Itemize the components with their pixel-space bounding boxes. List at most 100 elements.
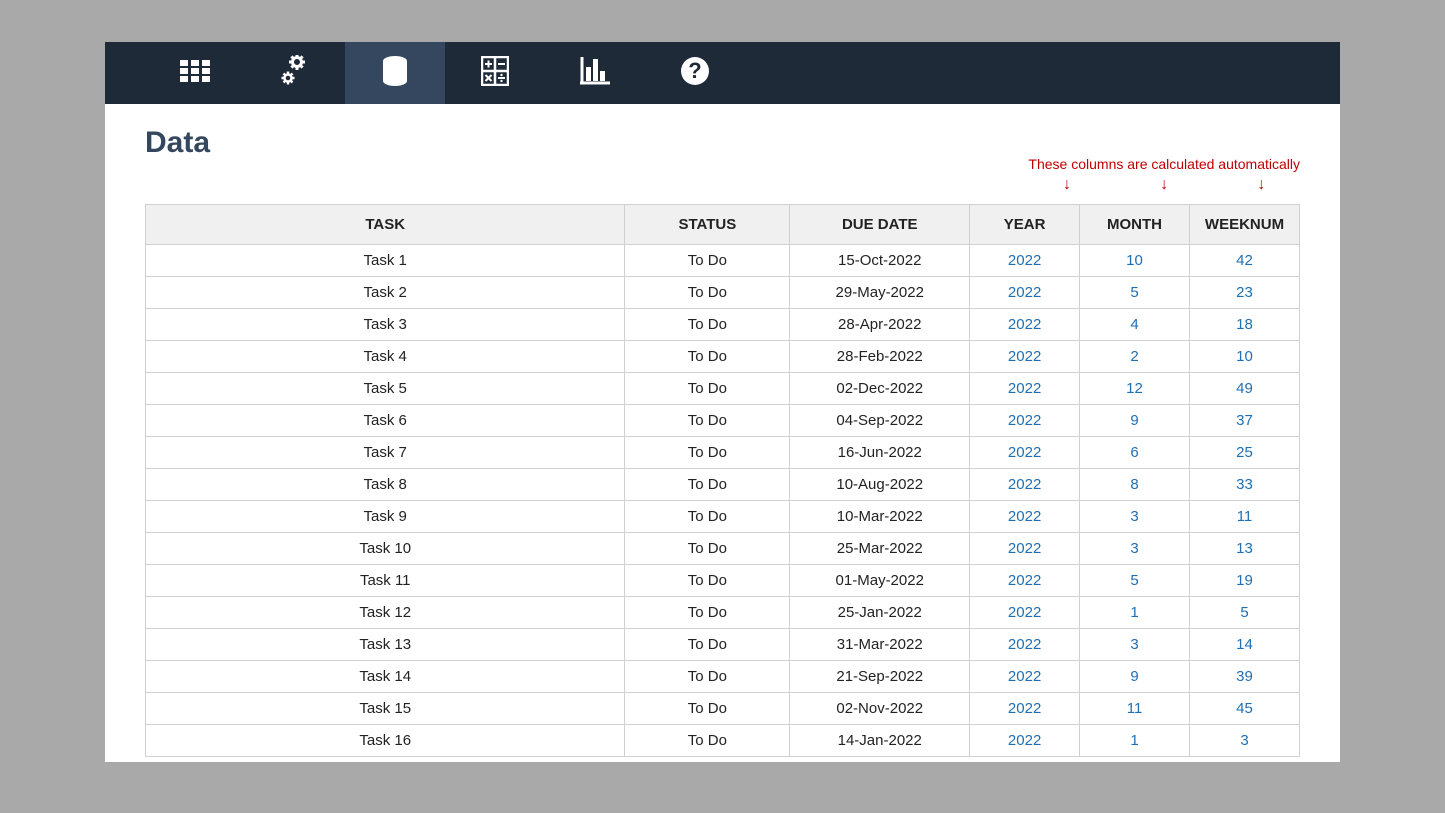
cell-due-date[interactable]: 16-Jun-2022 xyxy=(790,437,970,469)
col-header-status[interactable]: STATUS xyxy=(625,205,790,245)
cell-year[interactable]: 2022 xyxy=(970,661,1080,693)
cell-month[interactable]: 1 xyxy=(1080,597,1190,629)
cell-month[interactable]: 8 xyxy=(1080,469,1190,501)
cell-month[interactable]: 3 xyxy=(1080,501,1190,533)
cell-due-date[interactable]: 04-Sep-2022 xyxy=(790,405,970,437)
cell-year[interactable]: 2022 xyxy=(970,533,1080,565)
cell-month[interactable]: 9 xyxy=(1080,661,1190,693)
cell-due-date[interactable]: 10-Aug-2022 xyxy=(790,469,970,501)
cell-weeknum[interactable]: 18 xyxy=(1189,309,1299,341)
cell-task[interactable]: Task 15 xyxy=(146,693,625,725)
cell-weeknum[interactable]: 49 xyxy=(1189,373,1299,405)
nav-charts[interactable] xyxy=(545,42,645,104)
cell-due-date[interactable]: 02-Nov-2022 xyxy=(790,693,970,725)
cell-status[interactable]: To Do xyxy=(625,341,790,373)
col-header-year[interactable]: YEAR xyxy=(970,205,1080,245)
cell-year[interactable]: 2022 xyxy=(970,277,1080,309)
nav-data[interactable] xyxy=(345,42,445,104)
cell-year[interactable]: 2022 xyxy=(970,501,1080,533)
cell-weeknum[interactable]: 19 xyxy=(1189,565,1299,597)
cell-due-date[interactable]: 21-Sep-2022 xyxy=(790,661,970,693)
cell-weeknum[interactable]: 14 xyxy=(1189,629,1299,661)
cell-task[interactable]: Task 13 xyxy=(146,629,625,661)
cell-due-date[interactable]: 29-May-2022 xyxy=(790,277,970,309)
cell-due-date[interactable]: 25-Jan-2022 xyxy=(790,597,970,629)
cell-task[interactable]: Task 16 xyxy=(146,725,625,757)
cell-task[interactable]: Task 9 xyxy=(146,501,625,533)
col-header-weeknum[interactable]: WEEKNUM xyxy=(1189,205,1299,245)
table-row[interactable]: Task 16To Do14-Jan-2022202213 xyxy=(146,725,1300,757)
cell-year[interactable]: 2022 xyxy=(970,629,1080,661)
table-row[interactable]: Task 1To Do15-Oct-202220221042 xyxy=(146,245,1300,277)
cell-year[interactable]: 2022 xyxy=(970,469,1080,501)
table-row[interactable]: Task 2To Do29-May-20222022523 xyxy=(146,277,1300,309)
cell-month[interactable]: 12 xyxy=(1080,373,1190,405)
table-row[interactable]: Task 13To Do31-Mar-20222022314 xyxy=(146,629,1300,661)
table-row[interactable]: Task 14To Do21-Sep-20222022939 xyxy=(146,661,1300,693)
cell-status[interactable]: To Do xyxy=(625,597,790,629)
cell-year[interactable]: 2022 xyxy=(970,309,1080,341)
table-row[interactable]: Task 10To Do25-Mar-20222022313 xyxy=(146,533,1300,565)
cell-month[interactable]: 4 xyxy=(1080,309,1190,341)
cell-year[interactable]: 2022 xyxy=(970,693,1080,725)
cell-weeknum[interactable]: 5 xyxy=(1189,597,1299,629)
cell-status[interactable]: To Do xyxy=(625,437,790,469)
cell-task[interactable]: Task 12 xyxy=(146,597,625,629)
cell-status[interactable]: To Do xyxy=(625,725,790,757)
cell-due-date[interactable]: 25-Mar-2022 xyxy=(790,533,970,565)
cell-status[interactable]: To Do xyxy=(625,405,790,437)
table-row[interactable]: Task 6To Do04-Sep-20222022937 xyxy=(146,405,1300,437)
cell-weeknum[interactable]: 3 xyxy=(1189,725,1299,757)
cell-task[interactable]: Task 5 xyxy=(146,373,625,405)
cell-due-date[interactable]: 28-Feb-2022 xyxy=(790,341,970,373)
cell-weeknum[interactable]: 13 xyxy=(1189,533,1299,565)
cell-month[interactable]: 5 xyxy=(1080,565,1190,597)
cell-year[interactable]: 2022 xyxy=(970,725,1080,757)
cell-status[interactable]: To Do xyxy=(625,469,790,501)
cell-weeknum[interactable]: 42 xyxy=(1189,245,1299,277)
nav-apps[interactable] xyxy=(145,42,245,104)
cell-task[interactable]: Task 2 xyxy=(146,277,625,309)
table-row[interactable]: Task 12To Do25-Jan-2022202215 xyxy=(146,597,1300,629)
cell-weeknum[interactable]: 10 xyxy=(1189,341,1299,373)
cell-year[interactable]: 2022 xyxy=(970,405,1080,437)
cell-due-date[interactable]: 02-Dec-2022 xyxy=(790,373,970,405)
cell-status[interactable]: To Do xyxy=(625,693,790,725)
cell-year[interactable]: 2022 xyxy=(970,245,1080,277)
cell-status[interactable]: To Do xyxy=(625,533,790,565)
cell-weeknum[interactable]: 25 xyxy=(1189,437,1299,469)
cell-weeknum[interactable]: 37 xyxy=(1189,405,1299,437)
cell-weeknum[interactable]: 39 xyxy=(1189,661,1299,693)
col-header-month[interactable]: MONTH xyxy=(1080,205,1190,245)
cell-month[interactable]: 3 xyxy=(1080,629,1190,661)
cell-status[interactable]: To Do xyxy=(625,661,790,693)
nav-calc[interactable] xyxy=(445,42,545,104)
cell-task[interactable]: Task 4 xyxy=(146,341,625,373)
cell-year[interactable]: 2022 xyxy=(970,341,1080,373)
cell-weeknum[interactable]: 11 xyxy=(1189,501,1299,533)
table-row[interactable]: Task 15To Do02-Nov-202220221145 xyxy=(146,693,1300,725)
table-row[interactable]: Task 7To Do16-Jun-20222022625 xyxy=(146,437,1300,469)
nav-settings[interactable] xyxy=(245,42,345,104)
nav-help[interactable]: ? xyxy=(645,42,745,104)
cell-task[interactable]: Task 1 xyxy=(146,245,625,277)
cell-due-date[interactable]: 14-Jan-2022 xyxy=(790,725,970,757)
cell-status[interactable]: To Do xyxy=(625,501,790,533)
cell-weeknum[interactable]: 33 xyxy=(1189,469,1299,501)
col-header-due[interactable]: DUE DATE xyxy=(790,205,970,245)
cell-year[interactable]: 2022 xyxy=(970,597,1080,629)
cell-status[interactable]: To Do xyxy=(625,565,790,597)
table-row[interactable]: Task 5To Do02-Dec-202220221249 xyxy=(146,373,1300,405)
cell-due-date[interactable]: 31-Mar-2022 xyxy=(790,629,970,661)
cell-status[interactable]: To Do xyxy=(625,373,790,405)
cell-due-date[interactable]: 15-Oct-2022 xyxy=(790,245,970,277)
cell-month[interactable]: 11 xyxy=(1080,693,1190,725)
cell-month[interactable]: 10 xyxy=(1080,245,1190,277)
table-row[interactable]: Task 11To Do01-May-20222022519 xyxy=(146,565,1300,597)
cell-status[interactable]: To Do xyxy=(625,277,790,309)
table-row[interactable]: Task 8To Do10-Aug-20222022833 xyxy=(146,469,1300,501)
col-header-task[interactable]: TASK xyxy=(146,205,625,245)
cell-task[interactable]: Task 3 xyxy=(146,309,625,341)
cell-weeknum[interactable]: 45 xyxy=(1189,693,1299,725)
cell-month[interactable]: 2 xyxy=(1080,341,1190,373)
